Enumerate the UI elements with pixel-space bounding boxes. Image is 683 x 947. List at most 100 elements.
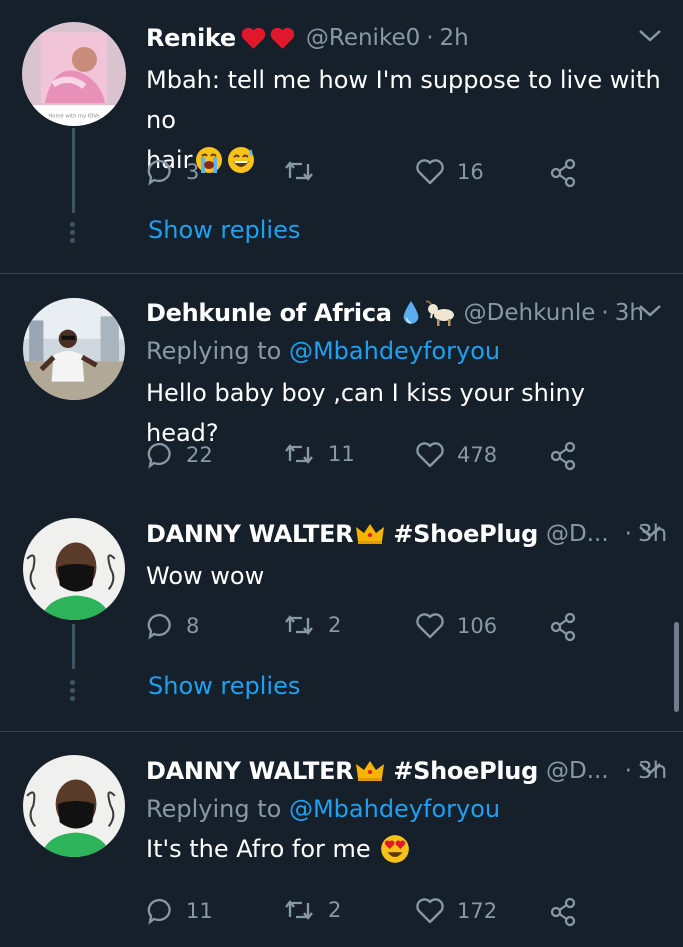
replying-prefix: Replying to bbox=[146, 795, 282, 823]
display-name[interactable]: Dehkunle of Africa bbox=[146, 299, 392, 327]
red-heart-icon bbox=[269, 26, 296, 50]
timestamp[interactable]: 2h bbox=[440, 25, 469, 51]
display-name-hashtag[interactable]: #ShoePlug bbox=[393, 520, 538, 548]
replying-prefix: Replying to bbox=[146, 337, 282, 365]
reply-count: 8 bbox=[186, 614, 200, 638]
retweet-icon bbox=[285, 161, 313, 181]
chevron-down-icon[interactable] bbox=[637, 301, 663, 321]
tweet-header: Renike @Renike0 · 2h bbox=[146, 20, 663, 56]
thread-line bbox=[72, 624, 75, 669]
tweet-text: Wow wow bbox=[146, 562, 265, 590]
tweet-feed: Home with my lOVe Renike @Renike0 · 2h M… bbox=[0, 0, 683, 947]
like-button[interactable]: 172 bbox=[415, 897, 497, 925]
like-button[interactable]: 16 bbox=[415, 158, 484, 186]
tweet-text-line: Mbah: tell me how I'm suppose to live wi… bbox=[146, 66, 661, 134]
retweet-count: 2 bbox=[328, 898, 342, 922]
replying-to: Replying to @Mbahdeyforyou bbox=[146, 337, 663, 365]
avatar-image bbox=[23, 298, 125, 400]
crown-icon bbox=[355, 522, 385, 546]
share-button[interactable] bbox=[548, 158, 580, 188]
retweet-count: 2 bbox=[328, 613, 342, 637]
handle[interactable]: @D... bbox=[546, 521, 609, 547]
crown-icon bbox=[355, 759, 385, 783]
replying-to: Replying to @Mbahdeyforyou bbox=[146, 795, 663, 823]
retweet-icon bbox=[285, 615, 313, 635]
share-icon bbox=[550, 897, 576, 927]
like-count: 16 bbox=[457, 160, 484, 184]
thread-dots bbox=[70, 222, 76, 246]
tweet-text: It's the Afro for me bbox=[146, 829, 663, 869]
reply-button[interactable]: 22 bbox=[146, 441, 213, 469]
separator: · bbox=[601, 300, 609, 326]
avatar-image: Home with my lOVe bbox=[22, 22, 126, 126]
separator: · bbox=[426, 25, 434, 51]
show-replies-link[interactable]: Show replies bbox=[148, 672, 300, 700]
share-icon bbox=[550, 612, 576, 642]
display-name[interactable]: Renike bbox=[146, 24, 236, 52]
share-button[interactable] bbox=[548, 441, 580, 471]
avatar[interactable] bbox=[23, 298, 125, 400]
avatar[interactable] bbox=[23, 518, 125, 620]
handle[interactable]: @D... bbox=[546, 758, 609, 784]
show-replies-link[interactable]: Show replies bbox=[148, 216, 300, 244]
retweet-count: 11 bbox=[328, 442, 355, 466]
grinning-sweat-face-icon bbox=[226, 145, 256, 175]
tweet-text: Hello baby boy ,can I kiss your shiny he… bbox=[146, 379, 585, 447]
display-name[interactable]: DANNY WALTER bbox=[146, 520, 354, 548]
like-count: 478 bbox=[457, 443, 498, 467]
like-count: 106 bbox=[457, 614, 498, 638]
tweet-header: DANNY WALTER #ShoePlug @D... · 3h bbox=[146, 753, 667, 789]
reply-button[interactable]: 8 bbox=[146, 612, 199, 640]
heart-icon bbox=[416, 442, 444, 468]
handle[interactable]: @Renike0 bbox=[306, 25, 420, 51]
reply-button[interactable]: 3 bbox=[146, 158, 199, 186]
like-button[interactable]: 106 bbox=[415, 612, 497, 640]
retweet-button[interactable]: 11 bbox=[282, 441, 355, 467]
tweet-text-line: It's the Afro for me bbox=[146, 835, 371, 863]
heart-eyes-face-icon bbox=[379, 833, 411, 865]
reply-count: 3 bbox=[186, 160, 200, 184]
reply-icon bbox=[147, 159, 171, 186]
avatar[interactable]: Home with my lOVe bbox=[22, 22, 126, 126]
reply-count: 22 bbox=[186, 443, 213, 467]
reply-icon bbox=[147, 898, 171, 925]
red-heart-icon bbox=[240, 26, 267, 50]
reply-button[interactable]: 11 bbox=[146, 897, 213, 925]
handle[interactable]: @Dehkunle bbox=[464, 300, 596, 326]
share-icon bbox=[550, 441, 576, 471]
reply-count: 11 bbox=[186, 899, 213, 923]
share-button[interactable] bbox=[548, 897, 580, 927]
mention-link[interactable]: @Mbahdeyforyou bbox=[289, 795, 500, 823]
like-button[interactable]: 478 bbox=[415, 441, 497, 469]
chevron-down-icon[interactable] bbox=[637, 522, 663, 542]
tweet-text: Mbah: tell me how I'm suppose to live wi… bbox=[146, 60, 663, 180]
heart-icon bbox=[416, 613, 444, 639]
like-count: 172 bbox=[457, 899, 498, 923]
svg-text:Home with my lOVe: Home with my lOVe bbox=[48, 114, 99, 120]
display-name-hashtag[interactable]: #ShoePlug bbox=[393, 757, 538, 785]
share-button[interactable] bbox=[548, 612, 580, 642]
scrollbar[interactable] bbox=[674, 622, 679, 712]
tweet-header: Dehkunle of Africa @Dehkunle · 3h bbox=[146, 295, 663, 331]
thread-line bbox=[72, 128, 75, 213]
display-name[interactable]: DANNY WALTER bbox=[146, 757, 354, 785]
chevron-down-icon[interactable] bbox=[637, 26, 663, 46]
chevron-down-icon[interactable] bbox=[637, 759, 663, 779]
reply-icon bbox=[147, 442, 171, 469]
retweet-button[interactable]: 2 bbox=[282, 612, 341, 638]
retweet-button[interactable] bbox=[282, 158, 328, 184]
goat-icon bbox=[425, 299, 458, 327]
tweet-header: DANNY WALTER #ShoePlug @D... · 3h bbox=[146, 516, 667, 552]
avatar[interactable] bbox=[23, 755, 125, 857]
retweet-button[interactable]: 2 bbox=[282, 897, 341, 923]
avatar-image bbox=[23, 755, 125, 857]
heart-icon bbox=[416, 898, 444, 924]
separator: · bbox=[624, 758, 632, 784]
divider bbox=[0, 273, 683, 274]
mention-link[interactable]: @Mbahdeyforyou bbox=[289, 337, 500, 365]
share-icon bbox=[550, 158, 576, 188]
retweet-icon bbox=[285, 444, 313, 464]
retweet-icon bbox=[285, 900, 313, 920]
thread-dots bbox=[70, 680, 76, 704]
avatar-image bbox=[23, 518, 125, 620]
